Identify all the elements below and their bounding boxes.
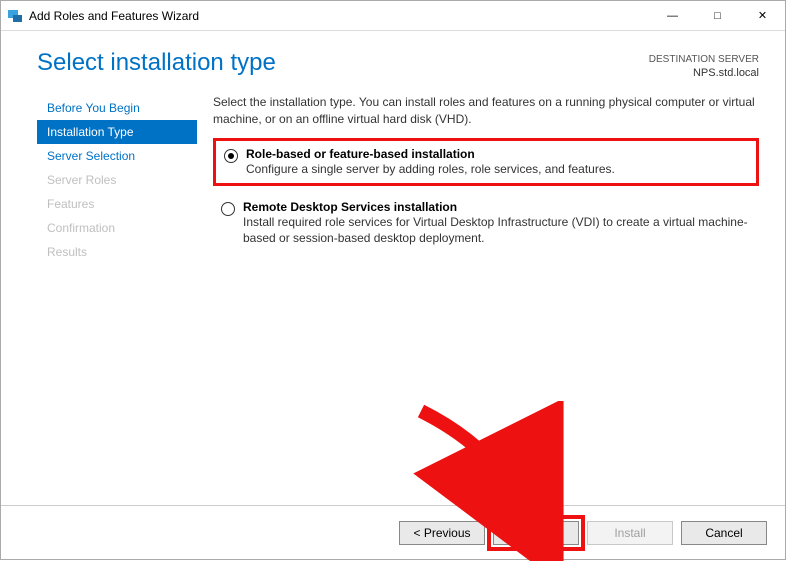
nav-results: Results xyxy=(37,240,197,264)
minimize-button[interactable]: ― xyxy=(650,1,695,30)
option-role-based-text: Role-based or feature-based installation… xyxy=(246,147,615,177)
close-button[interactable]: ✕ xyxy=(740,1,785,30)
nav-installation-type[interactable]: Installation Type xyxy=(37,120,197,144)
previous-button[interactable]: < Previous xyxy=(399,521,485,545)
destination-server-value: NPS.std.local xyxy=(649,66,759,80)
maximize-button[interactable]: □ xyxy=(695,1,740,30)
cancel-button[interactable]: Cancel xyxy=(681,521,767,545)
footer: < Previous Next > Install Cancel xyxy=(1,505,785,559)
window-controls: ― □ ✕ xyxy=(650,1,785,30)
content: Select the installation type. You can in… xyxy=(197,88,759,264)
nav-server-roles: Server Roles xyxy=(37,168,197,192)
option-rds-title: Remote Desktop Services installation xyxy=(243,200,751,214)
option-rds-text: Remote Desktop Services installation Ins… xyxy=(243,200,751,246)
header: Select installation type DESTINATION SER… xyxy=(1,31,785,88)
radio-rds[interactable] xyxy=(221,202,235,216)
instruction-text: Select the installation type. You can in… xyxy=(213,94,759,128)
nav-server-selection[interactable]: Server Selection xyxy=(37,144,197,168)
radio-role-based[interactable] xyxy=(224,149,238,163)
option-rds-desc: Install required role services for Virtu… xyxy=(243,214,751,246)
window-title: Add Roles and Features Wizard xyxy=(29,9,650,23)
nav-features: Features xyxy=(37,192,197,216)
app-icon xyxy=(7,8,23,24)
option-role-based[interactable]: Role-based or feature-based installation… xyxy=(213,138,759,186)
destination-server-label: DESTINATION SERVER xyxy=(649,53,759,66)
option-role-based-title: Role-based or feature-based installation xyxy=(246,147,615,161)
install-button: Install xyxy=(587,521,673,545)
nav-before-you-begin[interactable]: Before You Begin xyxy=(37,96,197,120)
main: Before You Begin Installation Type Serve… xyxy=(1,88,785,264)
destination-server-block: DESTINATION SERVER NPS.std.local xyxy=(649,49,759,80)
next-button[interactable]: Next > xyxy=(493,521,579,545)
titlebar: Add Roles and Features Wizard ― □ ✕ xyxy=(1,1,785,31)
option-rds[interactable]: Remote Desktop Services installation Ins… xyxy=(213,194,759,252)
wizard-nav: Before You Begin Installation Type Serve… xyxy=(37,88,197,264)
page-title: Select installation type xyxy=(37,49,649,77)
option-role-based-desc: Configure a single server by adding role… xyxy=(246,161,615,177)
nav-confirmation: Confirmation xyxy=(37,216,197,240)
